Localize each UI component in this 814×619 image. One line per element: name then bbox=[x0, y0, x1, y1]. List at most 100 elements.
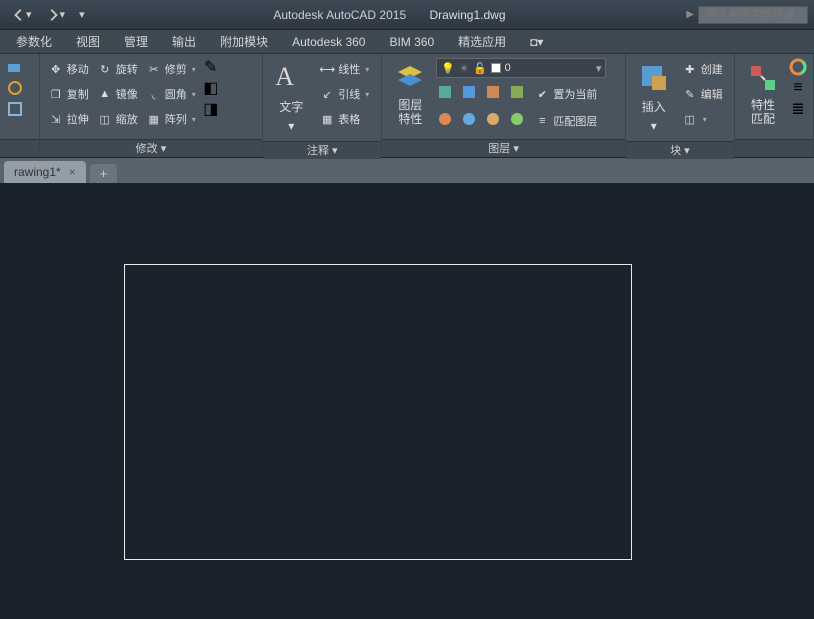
layer-tool-6[interactable] bbox=[460, 110, 478, 128]
mirror-icon: ▲ bbox=[97, 86, 113, 102]
forward-button[interactable]: ▾ bbox=[42, 6, 70, 24]
tab-featured[interactable]: 精选应用 bbox=[446, 30, 518, 53]
layer-tool-4[interactable] bbox=[508, 83, 526, 101]
tool-icon-3[interactable] bbox=[6, 100, 24, 118]
edit-block-button[interactable]: ✎编辑 bbox=[680, 83, 725, 105]
add-tab-button[interactable]: + bbox=[90, 164, 118, 183]
chevron-down-icon: ▾ bbox=[288, 119, 294, 133]
create-block-button[interactable]: ✚创建 bbox=[680, 58, 725, 80]
tool-icon-2[interactable] bbox=[6, 79, 24, 97]
panel-title-annotate[interactable]: 注释 ▾ bbox=[263, 141, 381, 159]
stretch-button[interactable]: ⇲拉伸 bbox=[46, 108, 91, 130]
copy-icon: ❐ bbox=[48, 86, 64, 102]
leader-icon: ↙ bbox=[319, 86, 335, 102]
app-name: Autodesk AutoCAD 2015 bbox=[273, 8, 406, 22]
file-tab-drawing1[interactable]: rawing1* × bbox=[4, 161, 86, 183]
create-icon: ✚ bbox=[682, 61, 698, 77]
search-area: ▶ bbox=[682, 6, 814, 24]
sun-icon: ☀ bbox=[459, 62, 469, 75]
match-layer-button[interactable]: ≡匹配图层 bbox=[532, 110, 599, 132]
layers-icon bbox=[394, 62, 426, 94]
leader-button[interactable]: ↙引线▾ bbox=[317, 83, 371, 105]
mirror-button[interactable]: ▲镜像 bbox=[95, 83, 140, 105]
panel-title-modify[interactable]: 修改 ▾ bbox=[40, 139, 262, 157]
color-swatch bbox=[491, 63, 501, 73]
scale-icon: ◫ bbox=[97, 111, 113, 127]
layer-tool-7[interactable] bbox=[484, 110, 502, 128]
file-name: Drawing1.dwg bbox=[409, 8, 505, 22]
menu-tabs: 参数化 视图 管理 输出 附加模块 Autodesk 360 BIM 360 精… bbox=[0, 30, 814, 54]
panel-title-blank bbox=[0, 139, 39, 157]
tool-icon-1[interactable] bbox=[6, 58, 24, 76]
trim-icon: ✂ bbox=[146, 61, 162, 77]
modify-extra-2[interactable]: ◧ bbox=[202, 79, 220, 97]
panel-title-blocks[interactable]: 块 ▾ bbox=[626, 141, 734, 159]
insert-icon bbox=[638, 62, 670, 94]
move-icon: ✥ bbox=[48, 61, 64, 77]
quick-access-toolbar: ▾ ▾ ▾ bbox=[0, 6, 97, 24]
scale-button[interactable]: ◫缩放 bbox=[95, 108, 140, 130]
modify-extra-1[interactable]: ✎ bbox=[202, 58, 220, 76]
text-icon: A bbox=[275, 62, 307, 94]
tab-a360[interactable]: Autodesk 360 bbox=[280, 32, 377, 52]
fillet-button[interactable]: ◟圆角▾ bbox=[144, 83, 198, 105]
titlebar: ▾ ▾ ▾ Autodesk AutoCAD 2015 Drawing1.dwg… bbox=[0, 0, 814, 30]
drawn-rectangle[interactable] bbox=[124, 264, 632, 560]
tab-bim360[interactable]: BIM 360 bbox=[377, 32, 446, 52]
linetype-icon[interactable]: ≡ bbox=[789, 79, 807, 97]
move-button[interactable]: ✥移动 bbox=[46, 58, 91, 80]
text-button[interactable]: A 文字 ▾ bbox=[269, 58, 313, 137]
array-button[interactable]: ▦阵列▾ bbox=[144, 108, 198, 130]
tab-parametric[interactable]: 参数化 bbox=[4, 30, 64, 53]
layer-name: 0 bbox=[505, 62, 511, 74]
array-icon: ▦ bbox=[146, 111, 162, 127]
tab-view[interactable]: 视图 bbox=[64, 30, 112, 53]
close-icon[interactable]: × bbox=[69, 165, 76, 179]
table-button[interactable]: ▦表格 bbox=[317, 108, 371, 130]
layer-tool-5[interactable] bbox=[436, 110, 454, 128]
layer-properties-button[interactable]: 图层 特性 bbox=[388, 58, 432, 131]
panel-title-props bbox=[735, 139, 813, 157]
match-props-icon bbox=[747, 62, 779, 94]
layer-combo[interactable]: 💡 ☀ 🔓 0 ▾ bbox=[436, 58, 606, 78]
fillet-icon: ◟ bbox=[146, 86, 162, 102]
search-expand-icon[interactable]: ▶ bbox=[682, 9, 698, 20]
block-extra-button[interactable]: ◫▾ bbox=[680, 108, 725, 130]
match-properties-button[interactable]: 特性 匹配 bbox=[741, 58, 785, 131]
bulb-icon: 💡 bbox=[441, 62, 455, 75]
linear-icon: ⟷ bbox=[319, 61, 335, 77]
edit-icon: ✎ bbox=[682, 86, 698, 102]
linear-button[interactable]: ⟷线性▾ bbox=[317, 58, 371, 80]
table-icon: ▦ bbox=[319, 111, 335, 127]
window-title: Autodesk AutoCAD 2015 Drawing1.dwg bbox=[97, 8, 683, 22]
match-icon: ≡ bbox=[534, 113, 550, 129]
color-wheel-icon[interactable] bbox=[789, 58, 807, 76]
layer-tool-1[interactable] bbox=[436, 83, 454, 101]
chevron-down-icon: ▾ bbox=[651, 119, 657, 133]
modify-extra-3[interactable]: ◨ bbox=[202, 100, 220, 118]
search-input[interactable] bbox=[698, 6, 808, 24]
back-button[interactable]: ▾ bbox=[8, 6, 36, 24]
chevron-down-icon: ▾ bbox=[596, 62, 602, 75]
copy-button[interactable]: ❐复制 bbox=[46, 83, 91, 105]
tab-manage[interactable]: 管理 bbox=[112, 30, 160, 53]
insert-button[interactable]: 插入 ▾ bbox=[632, 58, 676, 137]
set-current-icon: ✔ bbox=[534, 86, 550, 102]
ribbon: ✥移动 ❐复制 ⇲拉伸 ↻旋转 ▲镜像 ◫缩放 ✂修剪▾ ◟圆角▾ ▦阵列▾ ✎… bbox=[0, 54, 814, 158]
rotate-button[interactable]: ↻旋转 bbox=[95, 58, 140, 80]
layer-tool-2[interactable] bbox=[460, 83, 478, 101]
set-current-button[interactable]: ✔置为当前 bbox=[532, 83, 599, 105]
stretch-icon: ⇲ bbox=[48, 111, 64, 127]
lineweight-icon[interactable]: ≣ bbox=[789, 100, 807, 118]
dropdown-button[interactable]: ▾ bbox=[75, 6, 89, 23]
layer-tool-8[interactable] bbox=[508, 110, 526, 128]
block-extra-icon: ◫ bbox=[682, 111, 698, 127]
tab-extra-icon[interactable]: ◘▾ bbox=[518, 32, 555, 52]
drawing-canvas[interactable] bbox=[0, 184, 814, 619]
rotate-icon: ↻ bbox=[97, 61, 113, 77]
tab-addins[interactable]: 附加模块 bbox=[208, 30, 280, 53]
trim-button[interactable]: ✂修剪▾ bbox=[144, 58, 198, 80]
layer-tool-3[interactable] bbox=[484, 83, 502, 101]
tab-output[interactable]: 输出 bbox=[160, 30, 208, 53]
panel-title-layers[interactable]: 图层 ▾ bbox=[382, 139, 624, 157]
